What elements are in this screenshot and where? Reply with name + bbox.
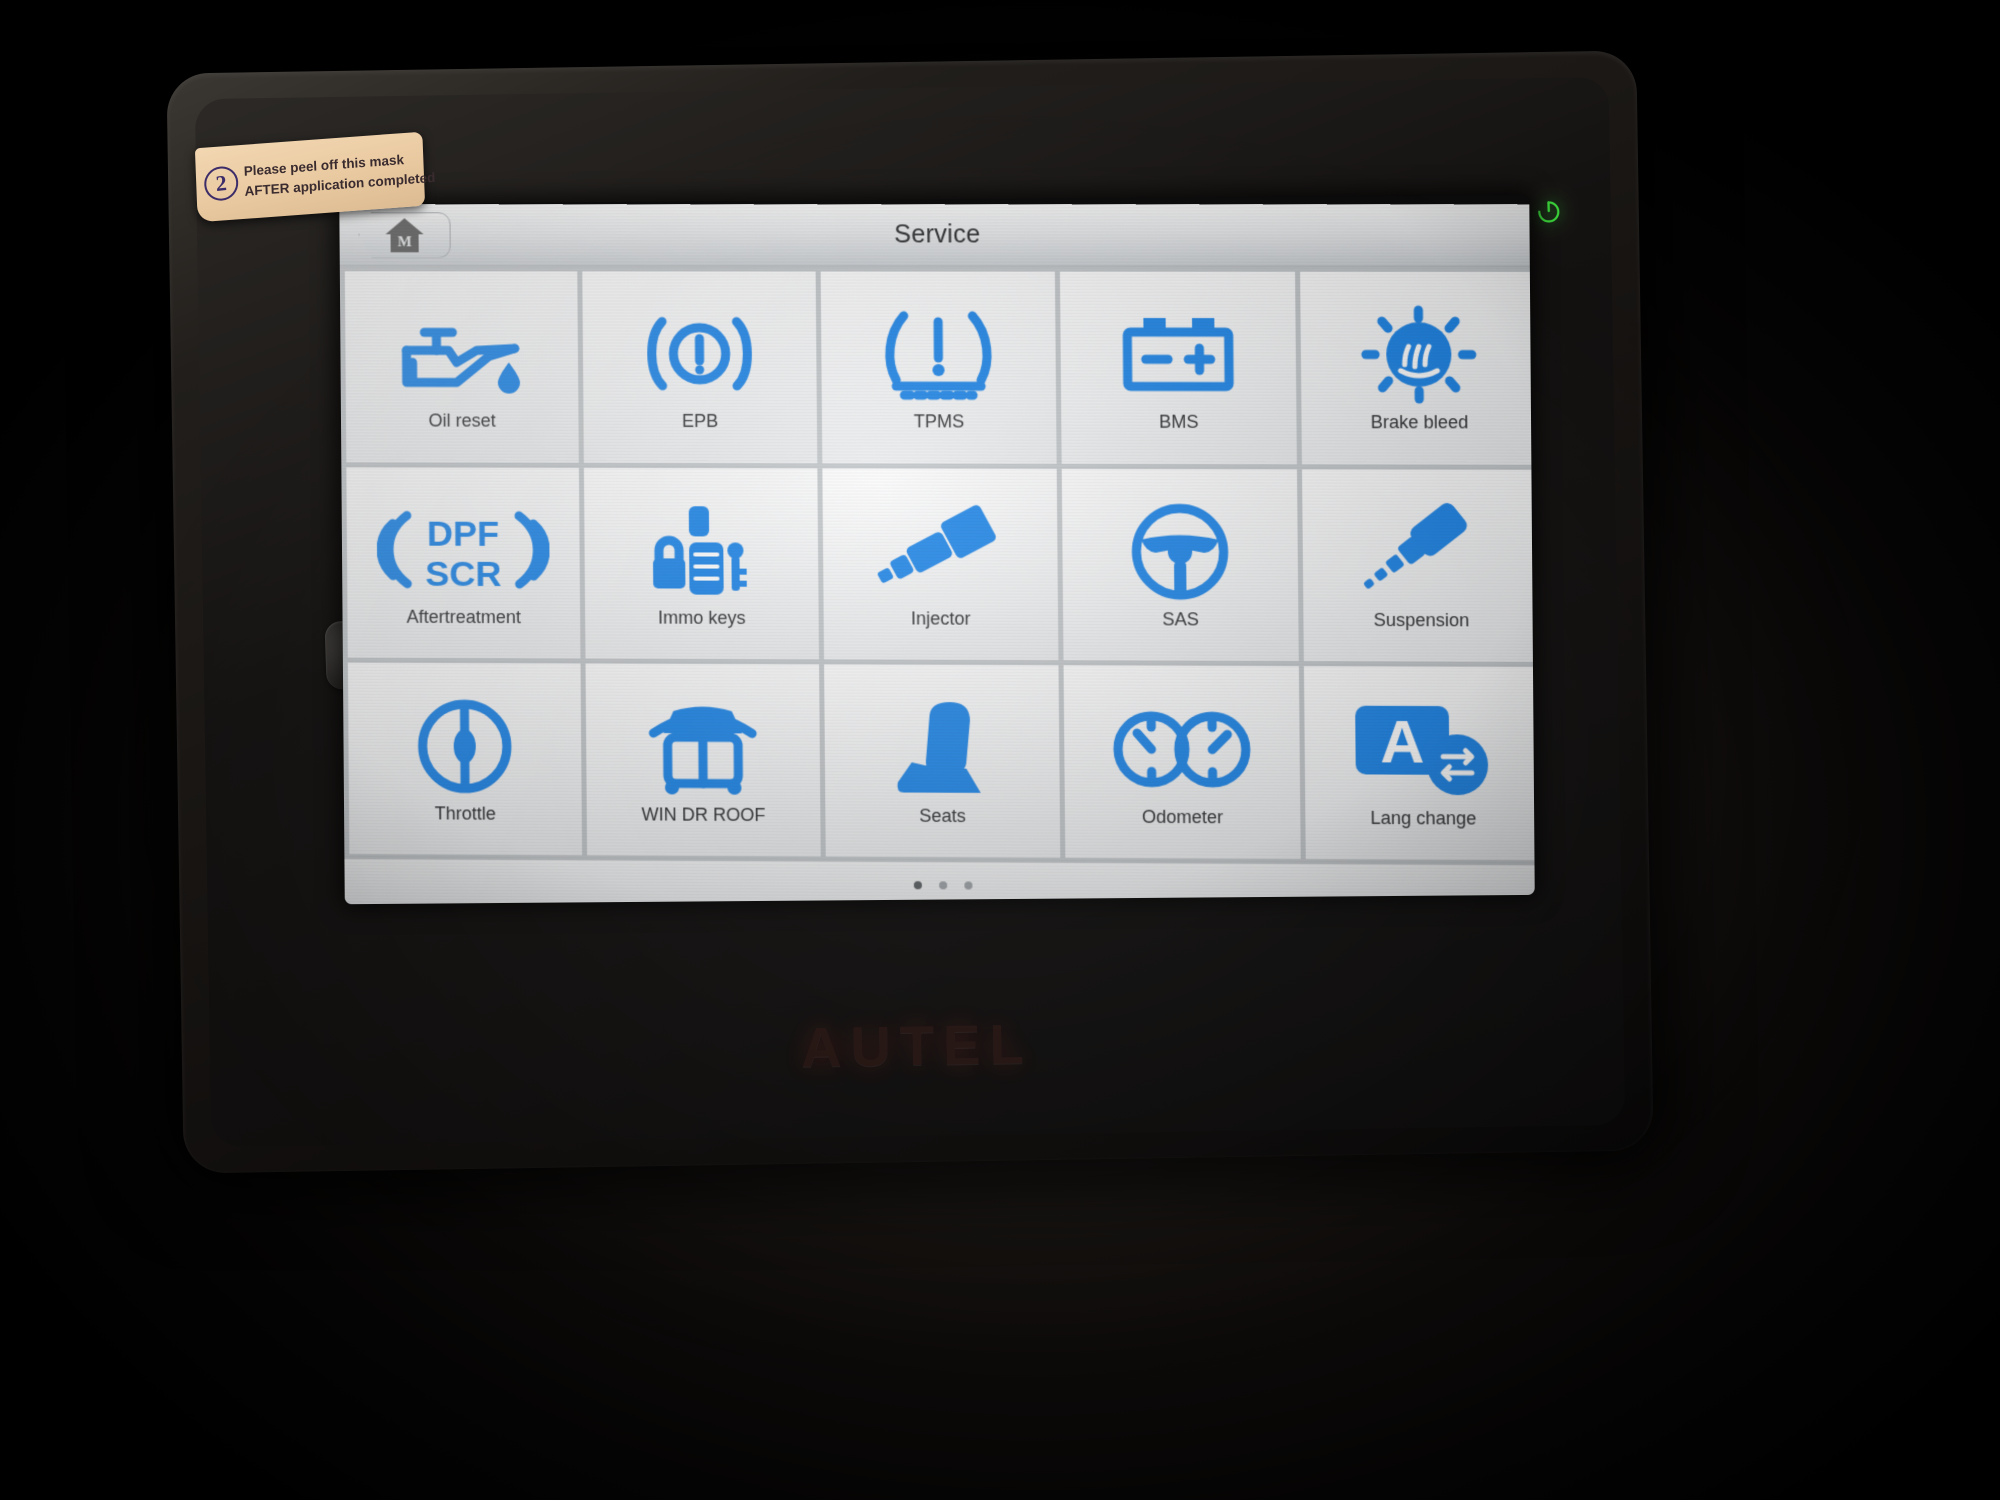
- tile-brake-bleed[interactable]: Brake bleed: [1300, 271, 1535, 465]
- language-letter: A: [1380, 708, 1425, 776]
- car-door-roof-icon: [637, 695, 769, 800]
- tile-throttle[interactable]: Throttle: [347, 662, 583, 856]
- tile-label: Brake bleed: [1370, 412, 1469, 433]
- throttle-body-icon: [412, 694, 517, 799]
- tile-label: EPB: [681, 411, 719, 432]
- seat-icon: [885, 696, 999, 801]
- language-change-icon: A: [1351, 697, 1495, 803]
- tile-bms[interactable]: BMS: [1059, 271, 1297, 464]
- tile-label: WIN DR ROOF: [641, 804, 766, 825]
- tile-label: Oil reset: [428, 410, 496, 432]
- tablet-screen: M Service Oil reset EPB TPMS BMS Brake b…: [339, 204, 1535, 905]
- scr-text: SCR: [425, 553, 502, 594]
- autel-tablet-device: M Service Oil reset EPB TPMS BMS Brake b…: [166, 50, 1654, 1174]
- sticker-text: Please peel off this mask AFTER applicat…: [243, 148, 436, 201]
- tile-lang-change[interactable]: A Lang change: [1303, 666, 1535, 861]
- power-icon[interactable]: [1534, 197, 1563, 226]
- tile-label: Suspension: [1373, 609, 1470, 631]
- tile-label: Odometer: [1141, 806, 1224, 828]
- battery-icon: [1113, 302, 1244, 407]
- tile-odometer[interactable]: Odometer: [1063, 665, 1301, 860]
- tile-label: Seats: [919, 805, 966, 826]
- page-dot-1[interactable]: [913, 881, 922, 890]
- tile-epb[interactable]: EPB: [582, 271, 818, 464]
- steering-wheel-icon: [1125, 499, 1235, 604]
- tire-pressure-icon: [873, 302, 1003, 407]
- tile-suspension[interactable]: Suspension: [1302, 469, 1535, 663]
- tile-oil-reset[interactable]: Oil reset: [344, 271, 579, 463]
- tile-label: Immo keys: [657, 607, 746, 629]
- brake-bleed-icon: [1357, 302, 1480, 407]
- odometer-icon: [1105, 696, 1258, 802]
- service-function-grid: Oil reset EPB TPMS BMS Brake bleed DPF S…: [339, 266, 1535, 866]
- tile-label: Aftertreatment: [406, 606, 521, 628]
- injector-icon: [865, 499, 1015, 604]
- tile-immo-keys[interactable]: Immo keys: [583, 467, 819, 660]
- dpf-scr-icon: DPF SCR: [376, 498, 550, 603]
- tablet-bezel: M Service Oil reset EPB TPMS BMS Brake b…: [194, 76, 1626, 1148]
- tile-aftertreatment[interactable]: DPF SCR Aftertreatment: [346, 467, 581, 659]
- immo-key-icon: [644, 498, 758, 603]
- scene-background: M Service Oil reset EPB TPMS BMS Brake b…: [0, 0, 2000, 1500]
- page-dot-3[interactable]: [964, 881, 973, 890]
- tablet-screen-glass: M Service Oil reset EPB TPMS BMS Brake b…: [339, 194, 1535, 905]
- tile-label: BMS: [1158, 412, 1199, 433]
- oil-can-icon: [396, 302, 527, 406]
- parking-brake-icon: [638, 302, 762, 407]
- app-header: M Service: [339, 204, 1535, 267]
- page-title: Service: [894, 220, 981, 249]
- tile-injector[interactable]: Injector: [822, 468, 1059, 661]
- tile-label: SAS: [1162, 609, 1200, 630]
- tile-sas[interactable]: SAS: [1061, 468, 1299, 662]
- tile-label: Injector: [910, 608, 971, 629]
- brand-logo: AUTEL: [800, 1012, 1034, 1079]
- sticker-step-number: 2: [203, 164, 240, 203]
- page-dot-2[interactable]: [939, 881, 948, 890]
- dpf-text: DPF: [427, 513, 499, 554]
- tile-label: Throttle: [434, 803, 496, 824]
- page-indicator[interactable]: [344, 859, 1535, 905]
- tile-win-dr-roof[interactable]: WIN DR ROOF: [585, 663, 821, 857]
- tile-seats[interactable]: Seats: [824, 664, 1061, 858]
- shock-absorber-icon: [1351, 500, 1490, 605]
- tile-label: TPMS: [913, 411, 965, 432]
- tile-label: Lang change: [1370, 807, 1477, 829]
- tile-tpms[interactable]: TPMS: [820, 271, 1057, 464]
